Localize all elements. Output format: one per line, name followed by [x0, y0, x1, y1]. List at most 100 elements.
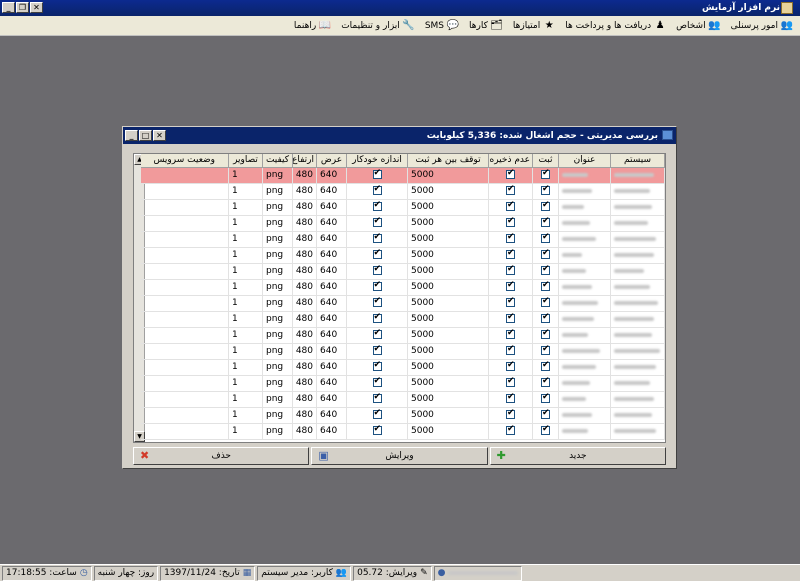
table-row[interactable]: 5000 640480png1 — [140, 311, 665, 328]
register-checkbox[interactable] — [541, 424, 550, 435]
no-save-checkbox[interactable] — [506, 200, 515, 211]
menu-item-help[interactable]: 📖 راهنما — [289, 20, 336, 31]
no-save-checkbox[interactable] — [506, 424, 515, 435]
register-checkbox[interactable] — [541, 248, 550, 259]
dialog-close-icon[interactable]: ✕ — [153, 130, 166, 141]
table-row[interactable]: 5000 640480png1 — [140, 343, 665, 360]
register-checkbox[interactable] — [541, 168, 550, 179]
menu-item-star[interactable]: ★ امتیازها — [508, 20, 560, 31]
auto-size-checkbox[interactable] — [372, 216, 382, 227]
no-save-checkbox[interactable] — [506, 248, 515, 259]
register-checkbox[interactable] — [541, 264, 550, 275]
auto-size-checkbox[interactable] — [372, 424, 382, 435]
delete-button[interactable]: ✖ حذف — [133, 447, 310, 465]
auto-size-checkbox[interactable] — [372, 168, 382, 179]
no-save-checkbox[interactable] — [506, 168, 515, 179]
dialog-icon[interactable] — [662, 130, 673, 140]
table-row[interactable]: 5000 640480png1 — [140, 199, 665, 216]
menu-item-payment[interactable]: ♟ دریافت ها و پرداخت ها — [560, 20, 671, 31]
auto-size-checkbox[interactable] — [372, 392, 382, 403]
payment-icon: ♟ — [655, 20, 665, 31]
table-row[interactable]: 5000 640480png1 — [140, 423, 665, 440]
edit-button[interactable]: ▣ ویرایش — [311, 447, 488, 465]
table-row[interactable]: 5000 640480png1 — [140, 183, 665, 200]
no-save-checkbox[interactable] — [506, 328, 515, 339]
table-row[interactable]: 5000 640480png1 — [140, 263, 665, 280]
table-row[interactable]: 5000 640480png1 — [140, 231, 665, 248]
auto-size-checkbox[interactable] — [372, 248, 382, 259]
menu-item-sms[interactable]: 💬 SMS — [420, 20, 464, 31]
auto-size-checkbox[interactable] — [372, 200, 382, 211]
app-icon[interactable] — [781, 2, 793, 14]
no-save-checkbox[interactable] — [506, 360, 515, 371]
column-header[interactable]: تصاویر — [228, 154, 263, 168]
no-save-checkbox[interactable] — [506, 184, 515, 195]
systems-grid[interactable]: ▲ ▼ سیستم عنوان ثبت عدم ذخیره توقف بین هر ثب… — [133, 153, 666, 443]
register-checkbox[interactable] — [541, 344, 550, 355]
table-row[interactable]: 5000 640480png1 — [140, 167, 665, 184]
no-save-checkbox[interactable] — [506, 264, 515, 275]
register-checkbox[interactable] — [541, 232, 550, 243]
auto-size-checkbox[interactable] — [372, 360, 382, 371]
new-button[interactable]: ✚ جدید — [489, 447, 666, 465]
menu-item-tools[interactable]: 🔧 ابزار و تنظیمات — [336, 20, 420, 31]
auto-size-checkbox[interactable] — [372, 232, 382, 243]
column-header[interactable]: ثبت — [532, 154, 559, 168]
table-row[interactable]: 5000 640480png1 — [140, 327, 665, 344]
no-save-checkbox[interactable] — [506, 296, 515, 307]
register-checkbox[interactable] — [541, 216, 550, 227]
table-row[interactable]: 5000 640480png1 — [140, 279, 665, 296]
auto-size-checkbox[interactable] — [372, 280, 382, 291]
auto-size-checkbox[interactable] — [372, 312, 382, 323]
dialog-minimize-icon[interactable]: _ — [125, 130, 138, 141]
menu-item-cards[interactable]: 🗂 کارها — [464, 20, 508, 31]
close-icon[interactable]: ✕ — [30, 2, 43, 13]
auto-size-checkbox[interactable] — [372, 344, 382, 355]
menu-item-persons[interactable]: 👥 اشخاص — [671, 20, 725, 31]
register-checkbox[interactable] — [541, 392, 550, 403]
auto-size-checkbox[interactable] — [372, 184, 382, 195]
table-row[interactable]: 5000 640480png1 — [140, 215, 665, 232]
no-save-checkbox[interactable] — [506, 232, 515, 243]
register-checkbox[interactable] — [541, 312, 550, 323]
no-save-checkbox[interactable] — [506, 376, 515, 387]
auto-size-checkbox[interactable] — [372, 264, 382, 275]
no-save-checkbox[interactable] — [506, 216, 515, 227]
column-header[interactable]: عنوان — [558, 154, 611, 168]
table-row[interactable]: 5000 640480png1 — [140, 359, 665, 376]
table-row[interactable]: 5000 640480png1 — [140, 295, 665, 312]
no-save-checkbox[interactable] — [506, 408, 515, 419]
column-header[interactable]: ارتفاع — [292, 154, 317, 168]
column-header[interactable]: اندازه خودکار — [346, 154, 408, 168]
minimize-icon[interactable]: _ — [2, 2, 15, 13]
column-header[interactable]: کیفیت — [262, 154, 293, 168]
no-save-checkbox[interactable] — [506, 280, 515, 291]
column-header[interactable]: عدم ذخیره — [488, 154, 533, 168]
column-header[interactable]: سیستم — [610, 154, 665, 168]
no-save-checkbox[interactable] — [506, 344, 515, 355]
table-row[interactable]: 5000 640480png1 — [140, 247, 665, 264]
table-row[interactable]: 5000 640480png1 — [140, 407, 665, 424]
dialog-maximize-icon[interactable]: □ — [139, 130, 152, 141]
register-checkbox[interactable] — [541, 200, 550, 211]
register-checkbox[interactable] — [541, 376, 550, 387]
menu-item-people[interactable]: 👥 امور پرسنلی — [726, 20, 798, 31]
register-checkbox[interactable] — [541, 408, 550, 419]
column-header[interactable]: توقف بین هر ثبت — [407, 154, 489, 168]
register-checkbox[interactable] — [541, 328, 550, 339]
auto-size-checkbox[interactable] — [372, 296, 382, 307]
restore-icon[interactable]: ❐ — [16, 2, 29, 13]
auto-size-checkbox[interactable] — [372, 328, 382, 339]
register-checkbox[interactable] — [541, 280, 550, 291]
auto-size-checkbox[interactable] — [372, 408, 382, 419]
column-header[interactable]: وضعیت سرویس — [140, 154, 229, 168]
register-checkbox[interactable] — [541, 184, 550, 195]
register-checkbox[interactable] — [541, 360, 550, 371]
register-checkbox[interactable] — [541, 296, 550, 307]
no-save-checkbox[interactable] — [506, 392, 515, 403]
no-save-checkbox[interactable] — [506, 312, 515, 323]
table-row[interactable]: 5000 640480png1 — [140, 391, 665, 408]
auto-size-checkbox[interactable] — [372, 376, 382, 387]
table-row[interactable]: 5000 640480png1 — [140, 375, 665, 392]
column-header[interactable]: عرض — [316, 154, 347, 168]
